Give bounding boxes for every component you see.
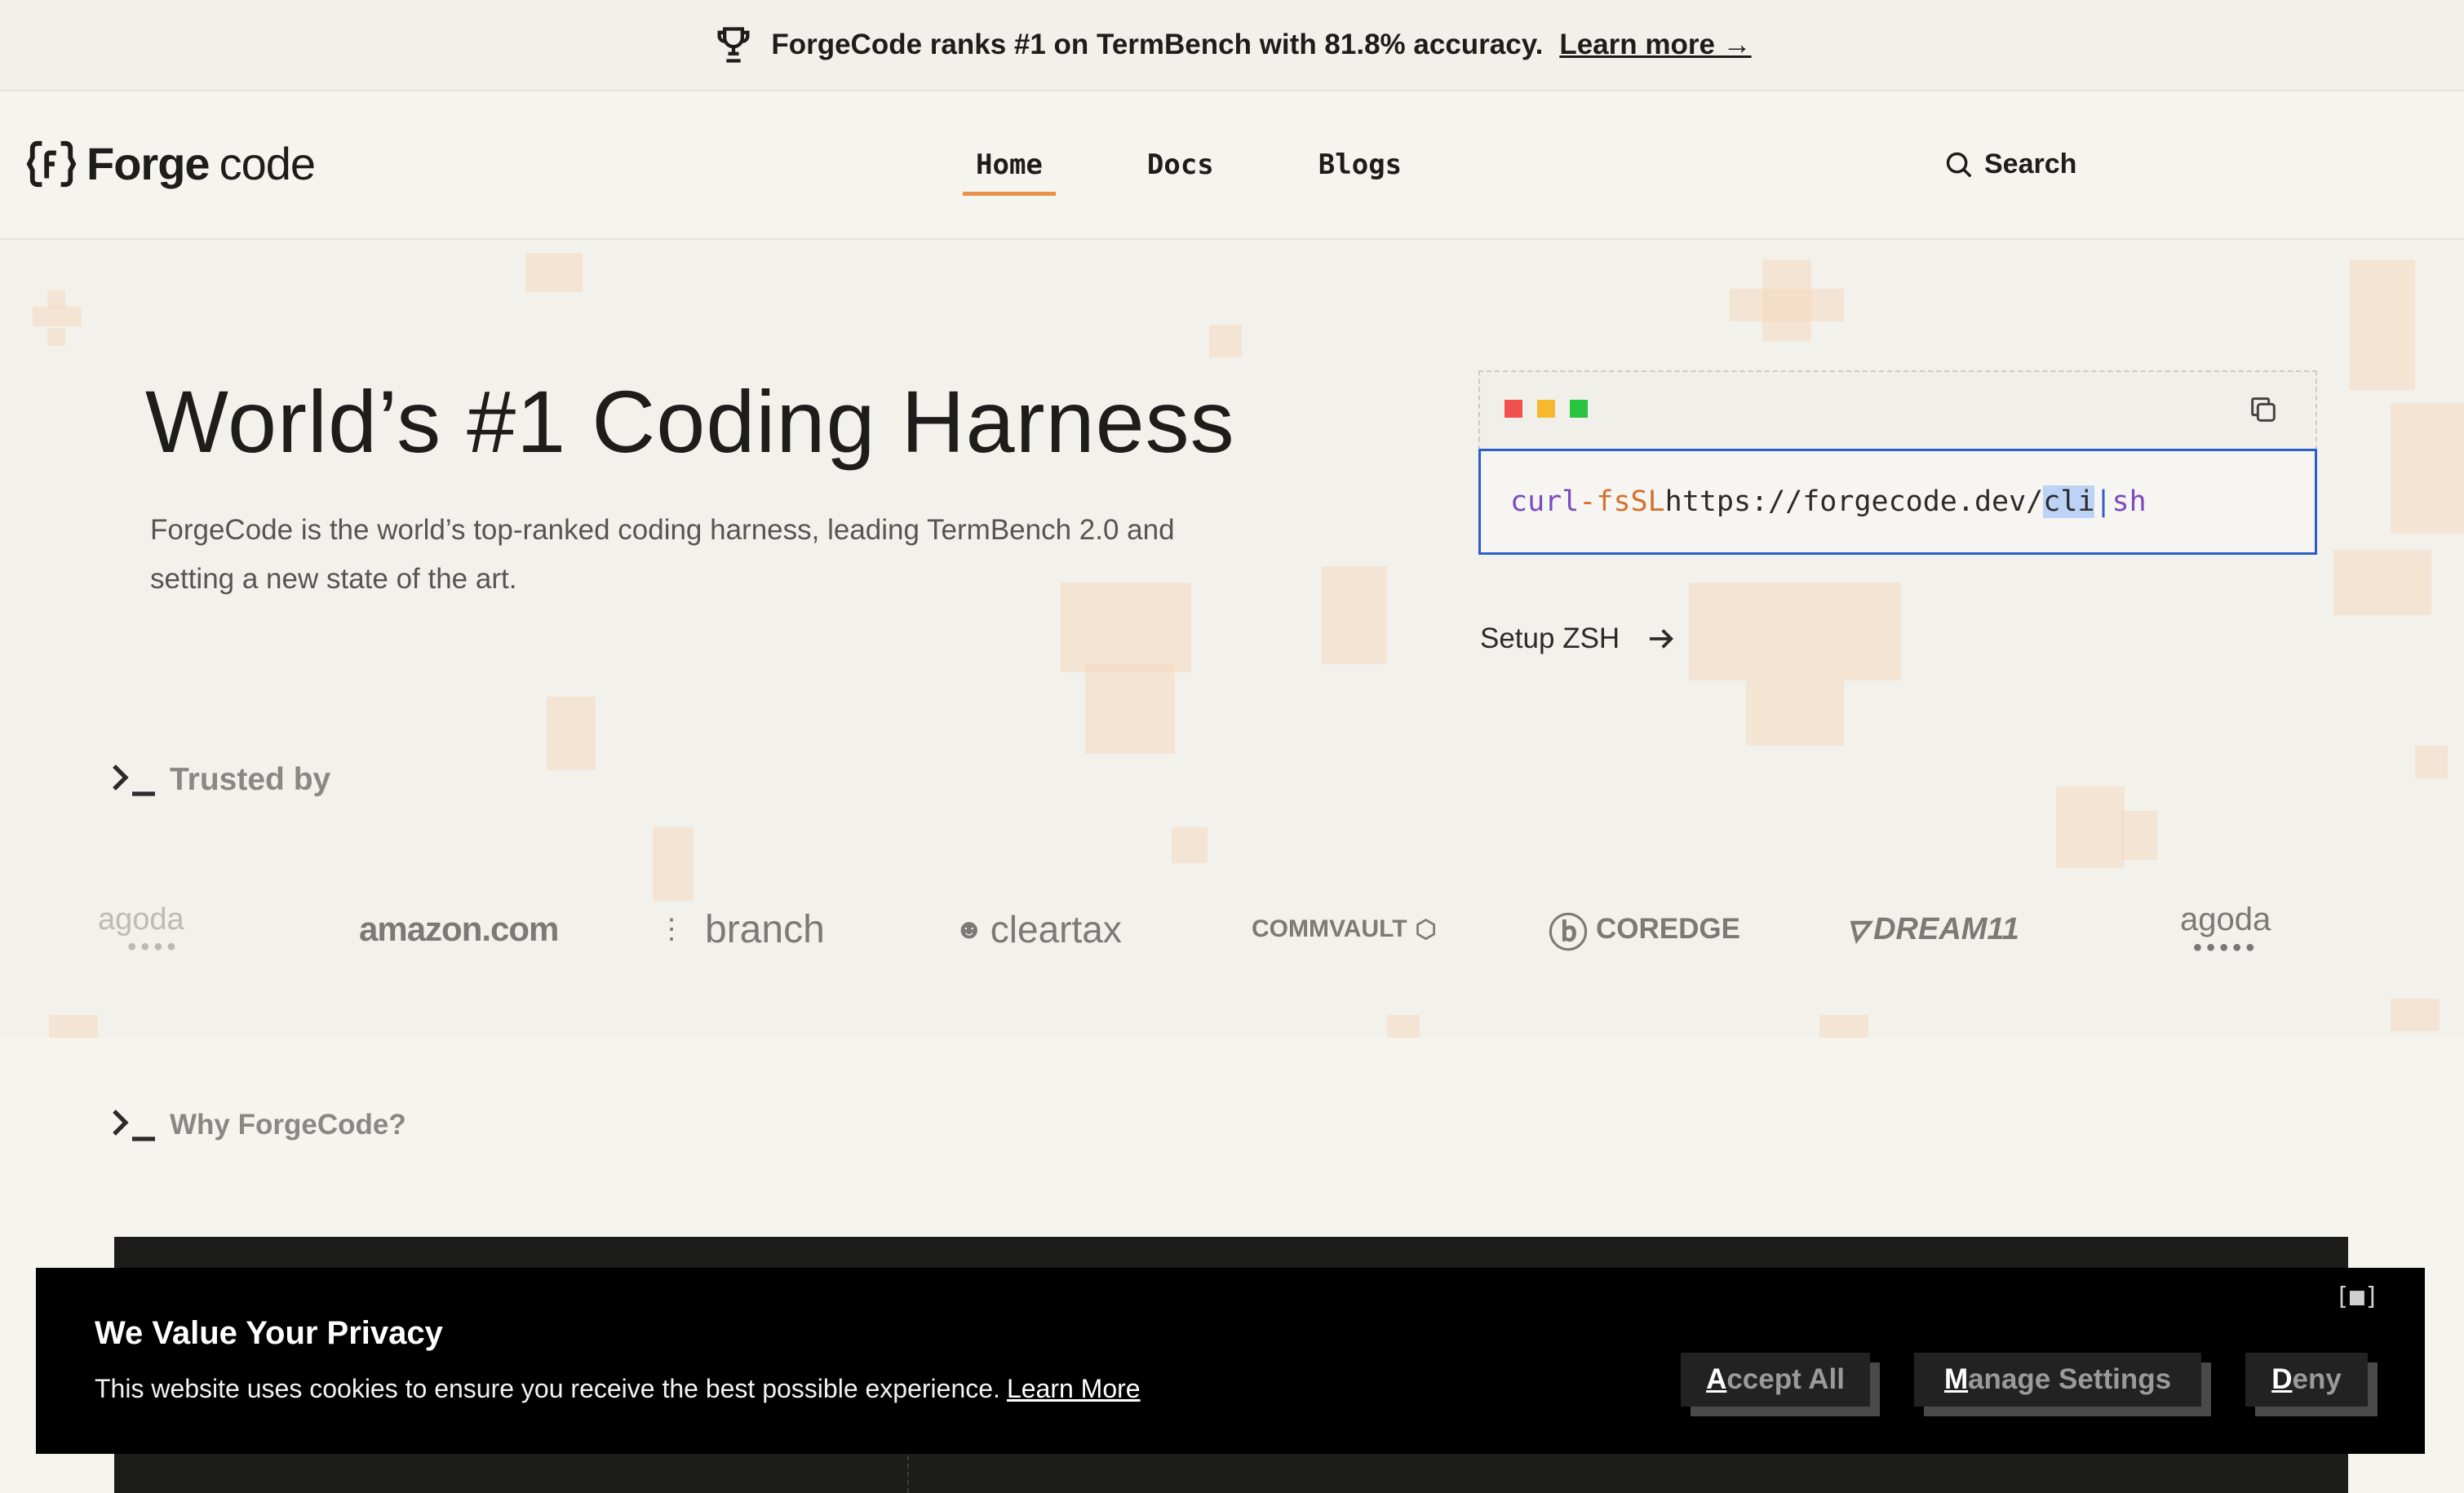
logo-coredge: ⓑ COREDGE <box>1549 912 1740 955</box>
cmd-pipe: | <box>2094 485 2112 518</box>
logo-text-code: code <box>219 138 316 189</box>
why-forgecode-label: Why ForgeCode? <box>170 1109 406 1141</box>
trusted-logos-row: agoda ●●●● amazon.com ⋮ branch ☻ cleartax … <box>0 884 2464 974</box>
logo-amazon: amazon.com <box>359 910 559 948</box>
cmd-sh: sh <box>2112 485 2147 518</box>
announcement-text: ForgeCode ranks #1 on TermBench with 81.… <box>771 29 1544 60</box>
arrow-right-icon <box>1650 629 1674 649</box>
hero-subtitle-line-2: setting a new state of the art. <box>150 563 517 595</box>
copy-icon[interactable] <box>2247 393 2280 426</box>
cookie-title: We Value Your Privacy <box>95 1315 443 1351</box>
logo-dream11: ▿ DREAM11 <box>1846 906 2019 953</box>
trusted-by-label: Trusted by <box>170 762 331 797</box>
terminal-prompt-icon <box>111 1108 158 1142</box>
cmd-curl: curl <box>1510 485 1580 518</box>
cookie-learn-more-link[interactable]: Learn More <box>1007 1374 1141 1403</box>
dot-green-icon <box>1570 400 1588 418</box>
forgecode-logo[interactable]: Forge code <box>26 137 316 190</box>
trusted-by-heading: Trusted by <box>111 762 330 798</box>
hero-section: World’s #1 Coding Harness ForgeCode is t… <box>0 240 2464 1038</box>
hero-subtitle-line-1: ForgeCode is the world’s top-ranked codi… <box>150 514 1175 546</box>
logo-agoda-partial: agoda ●●●● <box>98 902 184 955</box>
manage-settings-button[interactable]: Manage Settings <box>1914 1353 2201 1407</box>
announcement-bar: ForgeCode ranks #1 on TermBench with 81.… <box>0 0 2464 91</box>
dot-yellow-icon <box>1537 400 1555 418</box>
install-command[interactable]: curl -fsSL https://forgecode.dev/cli | s… <box>1478 449 2317 555</box>
nav-link-docs[interactable]: Docs <box>1134 148 1227 196</box>
search-button[interactable]: Search <box>1943 148 2076 180</box>
search-label: Search <box>1984 148 2077 179</box>
announcement-learn-more-link[interactable]: Learn more → <box>1559 29 1751 61</box>
logo-text-forge: Forge <box>86 138 211 189</box>
accept-all-button[interactable]: Accept All <box>1681 1353 1870 1407</box>
window-dots <box>1505 400 1602 418</box>
terminal-prompt-icon <box>111 763 158 797</box>
setup-zsh-label: Setup ZSH <box>1480 622 1620 654</box>
cmd-flag: -fsSL <box>1579 485 1665 518</box>
dot-red-icon <box>1505 400 1522 418</box>
setup-zsh-link[interactable]: Setup ZSH <box>1480 622 1678 656</box>
nav-link-blogs[interactable]: Blogs <box>1305 148 1415 196</box>
install-terminal: curl -fsSL https://forgecode.dev/cli | s… <box>1478 370 2317 555</box>
cookie-message: This website uses cookies to ensure you … <box>95 1374 1000 1403</box>
search-icon <box>1946 152 1972 177</box>
cookie-banner: [■] We Value Your Privacy This website u… <box>36 1268 2425 1454</box>
nav-link-home[interactable]: Home <box>963 148 1056 196</box>
logo-branch: ⋮ branch <box>658 907 825 951</box>
logo-cleartax: ☻ cleartax <box>955 908 1122 950</box>
logo-commvault: COMMVAULT ⬡ <box>1252 915 1437 943</box>
deny-button[interactable]: Deny <box>2245 1353 2368 1407</box>
hero-title: World’s #1 Coding Harness <box>145 372 1235 471</box>
cmd-selected-text: cli <box>2043 485 2095 518</box>
nav-links: Home Docs Blogs <box>963 148 1493 196</box>
cookie-close-button[interactable]: [■] <box>2335 1283 2379 1311</box>
cmd-url: https://forgecode.dev/ <box>1664 485 2044 518</box>
logo-mark-icon <box>26 140 77 187</box>
why-forgecode-heading: Why ForgeCode? <box>111 1108 406 1142</box>
top-navbar: Forge code Home Docs Blogs Search <box>0 91 2464 240</box>
hero-subtitle: ForgeCode is the world’s top-ranked codi… <box>150 506 1333 604</box>
trophy-icon <box>717 27 750 63</box>
cookie-text: This website uses cookies to ensure you … <box>95 1374 1141 1404</box>
logo-agoda: agoda ●●●●● <box>2180 902 2271 956</box>
